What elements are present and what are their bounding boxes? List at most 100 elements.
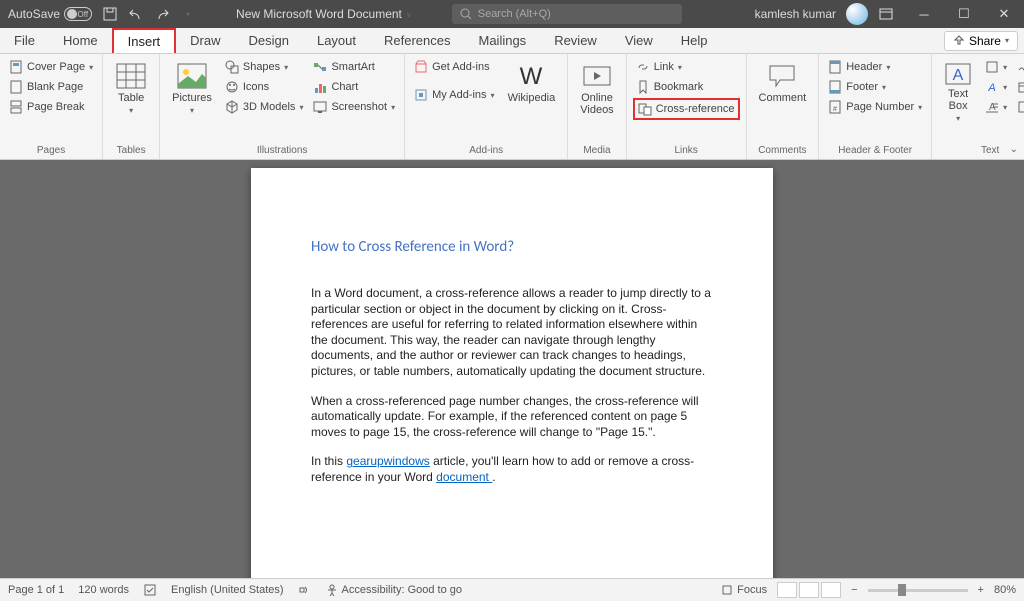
cover-page-button[interactable]: Cover Page▾	[6, 58, 96, 76]
share-area: Share ▾	[944, 28, 1024, 53]
group-label: Links	[674, 143, 697, 159]
bookmark-icon	[636, 80, 650, 94]
document-title[interactable]: New Microsoft Word Document ∨	[236, 7, 412, 21]
comment-button[interactable]: Comment	[753, 58, 813, 108]
page-indicator[interactable]: Page 1 of 1	[8, 584, 64, 596]
group-comments: Comment Comments	[747, 54, 820, 159]
label: SmartArt	[331, 61, 374, 73]
group-illustrations: Pictures▾ Shapes▾ Icons 3D Models▾ Smart…	[160, 54, 405, 159]
spellcheck-icon[interactable]	[143, 583, 157, 597]
cross-reference-button[interactable]: Cross-reference	[633, 98, 740, 120]
collapse-ribbon-icon[interactable]: ⌄	[1010, 144, 1018, 155]
my-addins-button[interactable]: My Add-ins▾	[411, 86, 497, 104]
redo-icon[interactable]	[154, 6, 170, 22]
titlebar-left: AutoSave Off ▾ New Microsoft Word Docume…	[8, 4, 682, 24]
group-links: Link▾ Bookmark Cross-reference Links	[627, 54, 747, 159]
tab-layout[interactable]: Layout	[303, 28, 370, 53]
titlebar-right: kamlesh kumar ─ ☐ ✕	[755, 0, 1024, 28]
tab-view[interactable]: View	[611, 28, 667, 53]
undo-icon[interactable]	[128, 6, 144, 22]
close-button[interactable]: ✕	[984, 0, 1024, 28]
avatar[interactable]	[846, 3, 868, 25]
table-button[interactable]: Table▾	[109, 58, 153, 119]
maximize-button[interactable]: ☐	[944, 0, 984, 28]
get-addins-button[interactable]: Get Add-ins	[411, 58, 497, 76]
zoom-slider[interactable]	[868, 589, 968, 592]
zoom-in-button[interactable]: +	[978, 584, 984, 596]
svg-text:A: A	[953, 67, 964, 84]
cube-icon	[225, 100, 239, 114]
icons-button[interactable]: Icons	[222, 78, 307, 96]
hyperlink[interactable]: gearupwindows	[346, 454, 429, 468]
label: Get Add-ins	[432, 61, 489, 73]
tab-help[interactable]: Help	[667, 28, 722, 53]
page[interactable]: How to Cross Reference in Word? In a Wor…	[251, 168, 773, 578]
link-icon	[636, 60, 650, 74]
tab-references[interactable]: References	[370, 28, 464, 53]
svg-text:#: #	[833, 106, 837, 113]
qat-customize-icon[interactable]: ▾	[180, 6, 196, 22]
read-mode-button[interactable]	[777, 582, 797, 598]
link-button[interactable]: Link▾	[633, 58, 740, 76]
tab-draw[interactable]: Draw	[176, 28, 234, 53]
picture-icon	[176, 62, 208, 90]
table-icon	[115, 62, 147, 90]
drop-cap-button[interactable]: A▾	[982, 98, 1010, 116]
accessibility-status[interactable]: Accessibility: Good to go	[326, 584, 462, 596]
blank-page-button[interactable]: Blank Page	[6, 78, 96, 96]
wordart-button[interactable]: A▾	[982, 78, 1010, 96]
3d-models-button[interactable]: 3D Models▾	[222, 98, 307, 116]
web-layout-button[interactable]	[821, 582, 841, 598]
tab-insert[interactable]: Insert	[112, 28, 177, 53]
page-break-button[interactable]: Page Break	[6, 98, 96, 116]
tab-file[interactable]: File	[0, 28, 49, 53]
save-icon[interactable]	[102, 6, 118, 22]
chart-button[interactable]: Chart	[310, 78, 398, 96]
pictures-button[interactable]: Pictures▾	[166, 58, 218, 119]
smartart-button[interactable]: SmartArt	[310, 58, 398, 76]
text-box-button[interactable]: A Text Box▾	[938, 58, 978, 127]
tab-design[interactable]: Design	[235, 28, 303, 53]
autosave-toggle[interactable]: AutoSave Off	[8, 7, 92, 21]
icons-icon	[225, 80, 239, 94]
wikipedia-button[interactable]: W Wikipedia	[502, 58, 562, 108]
group-label: Tables	[117, 143, 146, 159]
shapes-button[interactable]: Shapes▾	[222, 58, 307, 76]
word-count[interactable]: 120 words	[78, 584, 129, 596]
zoom-level[interactable]: 80%	[994, 584, 1016, 596]
comment-icon	[766, 62, 798, 90]
break-icon	[9, 100, 23, 114]
label: Footer	[846, 81, 878, 93]
tab-review[interactable]: Review	[540, 28, 611, 53]
online-videos-button[interactable]: Online Videos	[574, 58, 619, 120]
print-layout-button[interactable]	[799, 582, 819, 598]
object-icon	[1017, 100, 1024, 114]
label: Comment	[759, 92, 807, 104]
date-time-button[interactable]	[1014, 78, 1024, 96]
footer-button[interactable]: Footer▾	[825, 78, 925, 96]
quick-parts-button[interactable]: ▾	[982, 58, 1010, 76]
zoom-out-button[interactable]: −	[851, 584, 857, 596]
page-number-button[interactable]: #Page Number▾	[825, 98, 925, 116]
screenshot-button[interactable]: Screenshot▾	[310, 98, 398, 116]
group-addins: Get Add-ins My Add-ins▾ W Wikipedia Add-…	[405, 54, 568, 159]
tts-icon[interactable]	[298, 583, 312, 597]
bookmark-button[interactable]: Bookmark	[633, 78, 740, 96]
toggle-switch[interactable]: Off	[64, 7, 92, 21]
minimize-button[interactable]: ─	[904, 0, 944, 28]
ribbon-display-icon[interactable]	[878, 6, 894, 22]
search-input[interactable]: Search (Alt+Q)	[452, 4, 682, 24]
header-button[interactable]: Header▾	[825, 58, 925, 76]
text: In this	[311, 454, 346, 468]
signature-button[interactable]: ▾	[1014, 58, 1024, 76]
object-button[interactable]: ▾	[1014, 98, 1024, 116]
tab-home[interactable]: Home	[49, 28, 112, 53]
status-bar: Page 1 of 1 120 words English (United St…	[0, 578, 1024, 601]
share-button[interactable]: Share ▾	[944, 31, 1018, 51]
focus-mode[interactable]: Focus	[721, 584, 767, 596]
doc-heading: How to Cross Reference in Word?	[311, 238, 713, 256]
hyperlink[interactable]: document	[436, 470, 492, 484]
wordart-icon: A	[985, 80, 999, 94]
tab-mailings[interactable]: Mailings	[465, 28, 541, 53]
language-indicator[interactable]: English (United States)	[171, 584, 284, 596]
